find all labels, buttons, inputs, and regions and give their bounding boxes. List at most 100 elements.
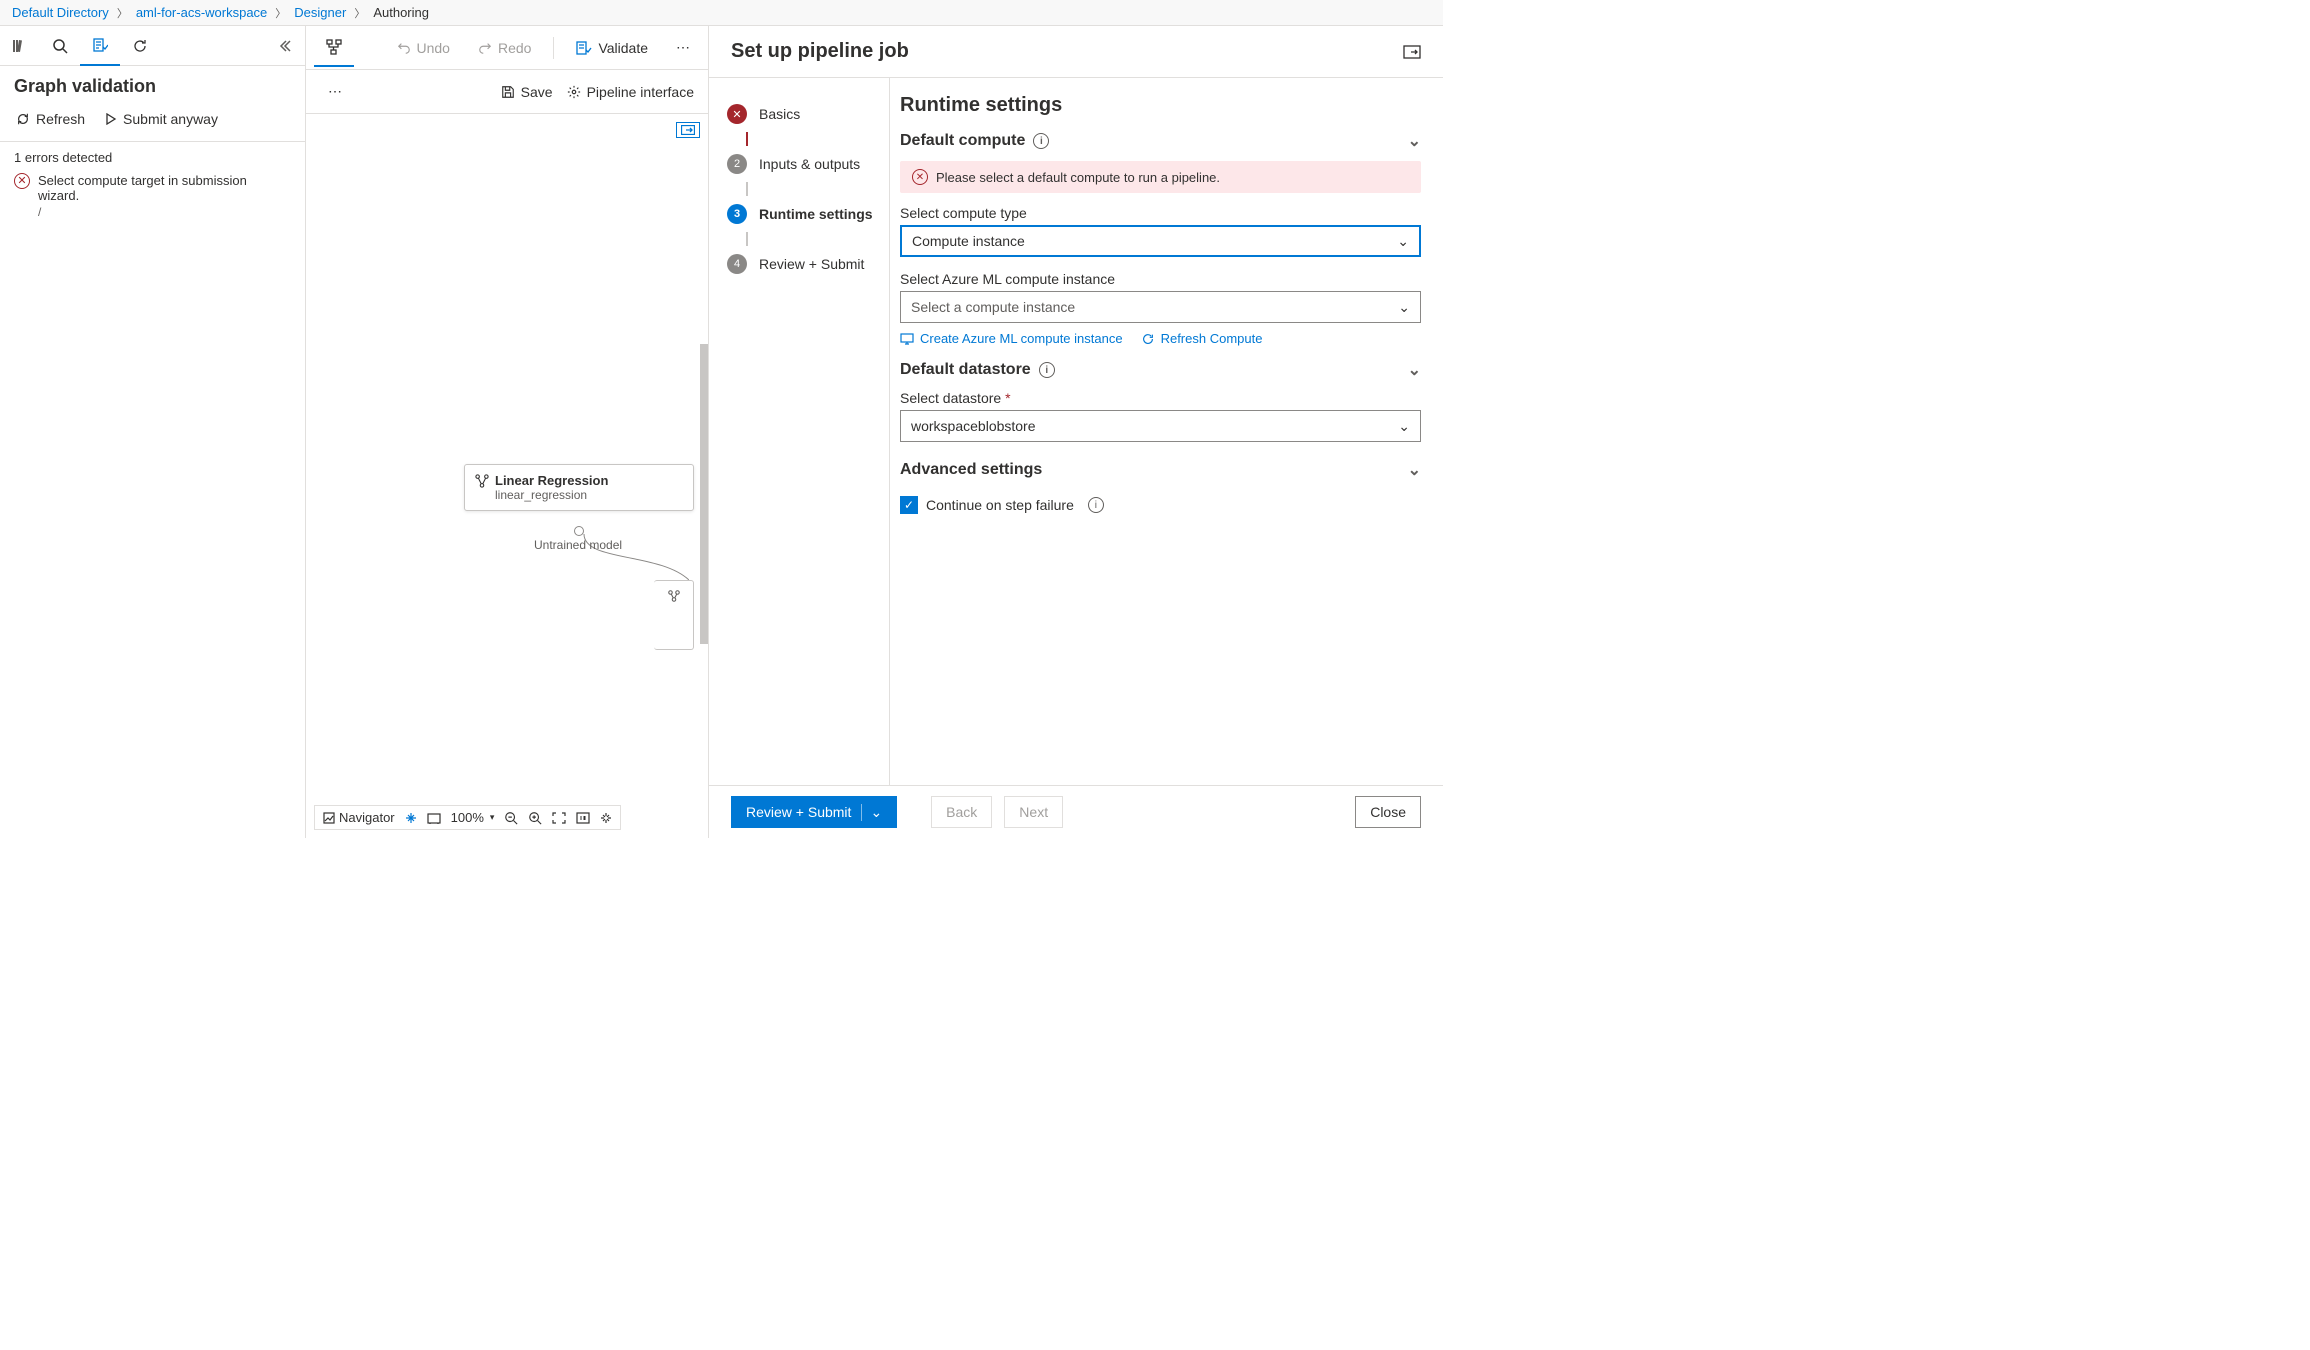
node-title: Linear Regression [495, 473, 608, 488]
compute-type-value: Compute instance [912, 233, 1025, 249]
step-connector [746, 132, 748, 146]
wizard-title: Set up pipeline job [731, 40, 909, 63]
redo-label: Redo [498, 40, 531, 56]
graph-tab-icon[interactable] [314, 29, 354, 67]
step-connector [746, 182, 748, 196]
step-label: Runtime settings [759, 206, 873, 222]
step-inputs-outputs[interactable]: 2 Inputs & outputs [723, 146, 879, 182]
compute-instance-placeholder: Select a compute instance [911, 299, 1075, 315]
reset-view-icon[interactable] [600, 812, 612, 824]
step-number-icon: 4 [727, 254, 747, 274]
create-compute-link[interactable]: Create Azure ML compute instance [900, 331, 1123, 346]
navigator-button[interactable]: Navigator [323, 810, 395, 825]
datastore-label: Select datastore * [900, 390, 1421, 406]
info-icon[interactable]: i [1033, 133, 1049, 149]
next-button[interactable]: Next [1004, 796, 1063, 828]
step-connector [746, 232, 748, 246]
canvas-navbar: Navigator 100% ▾ [314, 805, 621, 830]
step-review-submit[interactable]: 4 Review + Submit [723, 246, 879, 282]
zoom-level[interactable]: 100% ▾ [451, 810, 495, 825]
zoom-fit-icon[interactable] [552, 812, 566, 824]
graph-node-partial[interactable] [654, 580, 694, 650]
chevron-down-icon: ⌄ [1408, 460, 1421, 480]
pipeline-interface-button[interactable]: Pipeline interface [567, 84, 694, 100]
pipeline-interface-label: Pipeline interface [587, 84, 694, 100]
section-label: Default compute [900, 132, 1025, 150]
error-path: / [38, 205, 291, 219]
expand-panel-icon[interactable] [1403, 45, 1421, 59]
section-default-compute[interactable]: Default compute i ⌄ [900, 131, 1421, 151]
compute-instance-select[interactable]: Select a compute instance ⌄ [900, 291, 1421, 323]
step-label: Review + Submit [759, 256, 864, 272]
required-mark: * [1005, 390, 1010, 406]
zoom-in-icon[interactable] [528, 811, 542, 825]
datastore-select[interactable]: workspaceblobstore ⌄ [900, 410, 1421, 442]
review-submit-label: Review + Submit [746, 804, 851, 820]
validate-label: Validate [598, 40, 648, 56]
validation-tab-icon[interactable] [80, 26, 120, 66]
scrollbar-vertical[interactable] [700, 344, 708, 644]
info-icon[interactable]: i [1088, 497, 1104, 513]
node-subtitle: linear_regression [495, 488, 683, 502]
checkbox-checked-icon: ✓ [900, 496, 918, 514]
monitor-icon [900, 333, 914, 345]
section-default-datastore[interactable]: Default datastore i ⌄ [900, 360, 1421, 380]
chevron-down-icon: ⌄ [1398, 299, 1410, 316]
zoom-actual-icon[interactable] [576, 812, 590, 824]
step-error-icon: ✕ [727, 104, 747, 124]
back-button[interactable]: Back [931, 796, 992, 828]
continue-on-failure-checkbox[interactable]: ✓ Continue on step failure i [900, 496, 1104, 514]
separator [553, 37, 554, 59]
refresh-compute-text: Refresh Compute [1161, 331, 1263, 346]
refresh-compute-link[interactable]: Refresh Compute [1141, 331, 1263, 346]
step-runtime-settings[interactable]: 3 Runtime settings [723, 196, 879, 232]
canvas-column: Undo Redo Validate ⋯ ⋯ Save Pipeline int… [306, 26, 708, 838]
compute-type-select[interactable]: Compute instance ⌄ [900, 225, 1421, 257]
left-panel-tabs [0, 26, 305, 66]
search-icon[interactable] [40, 26, 80, 66]
screenshot-icon[interactable] [427, 812, 441, 824]
component-icon [667, 589, 681, 603]
autolayout-icon[interactable] [405, 812, 417, 824]
error-count: 1 errors detected [14, 150, 291, 165]
wizard-footer: Review + Submit ⌄ Back Next Close [709, 785, 1443, 838]
section-advanced[interactable]: Advanced settings ⌄ [900, 460, 1421, 480]
review-submit-button[interactable]: Review + Submit ⌄ [731, 796, 897, 828]
toolbar-more-icon[interactable]: ⋯ [666, 33, 700, 62]
breadcrumb-workspace[interactable]: aml-for-acs-workspace [136, 5, 267, 20]
refresh-button[interactable]: Refresh [10, 107, 91, 131]
undo-button[interactable]: Undo [387, 34, 460, 62]
refresh-icon[interactable] [120, 26, 160, 66]
chevron-down-icon: ⌄ [1398, 418, 1410, 435]
submit-anyway-button[interactable]: Submit anyway [99, 107, 224, 131]
canvas-more-icon[interactable]: ⋯ [320, 83, 350, 100]
save-button[interactable]: Save [501, 84, 553, 100]
error-item[interactable]: ✕ Select compute target in submission wi… [14, 173, 291, 203]
breadcrumb-root[interactable]: Default Directory [12, 5, 109, 20]
chevron-right-icon: 〉 [117, 5, 128, 21]
chevron-down-icon: ⌄ [1397, 233, 1409, 250]
canvas-toolbar: Undo Redo Validate ⋯ [306, 26, 708, 70]
continue-on-failure-label: Continue on step failure [926, 497, 1074, 513]
breadcrumb-designer[interactable]: Designer [294, 5, 346, 20]
chevron-down-icon: ▾ [490, 812, 495, 823]
compute-error-banner: ✕ Please select a default compute to run… [900, 161, 1421, 193]
validate-button[interactable]: Validate [566, 34, 658, 62]
chevron-down-icon[interactable]: ⌄ [861, 804, 882, 821]
redo-button[interactable]: Redo [468, 34, 541, 62]
collapse-panel-icon[interactable] [265, 39, 305, 53]
graph-node-linear-regression[interactable]: Linear Regression linear_regression [464, 464, 694, 511]
step-basics[interactable]: ✕ Basics [723, 96, 879, 132]
info-icon[interactable]: i [1039, 362, 1055, 378]
compute-type-label: Select compute type [900, 205, 1421, 221]
compute-instance-label: Select Azure ML compute instance [900, 271, 1421, 287]
wizard-header: Set up pipeline job [709, 26, 1443, 78]
expand-properties-icon[interactable] [676, 122, 700, 138]
pipeline-canvas[interactable]: Linear Regression linear_regression Untr… [306, 114, 708, 838]
refresh-icon [1141, 332, 1155, 346]
close-button[interactable]: Close [1355, 796, 1421, 828]
zoom-out-icon[interactable] [504, 811, 518, 825]
library-icon[interactable] [0, 26, 40, 66]
panel-title: Graph validation [0, 66, 305, 103]
section-label: Default datastore [900, 361, 1031, 379]
